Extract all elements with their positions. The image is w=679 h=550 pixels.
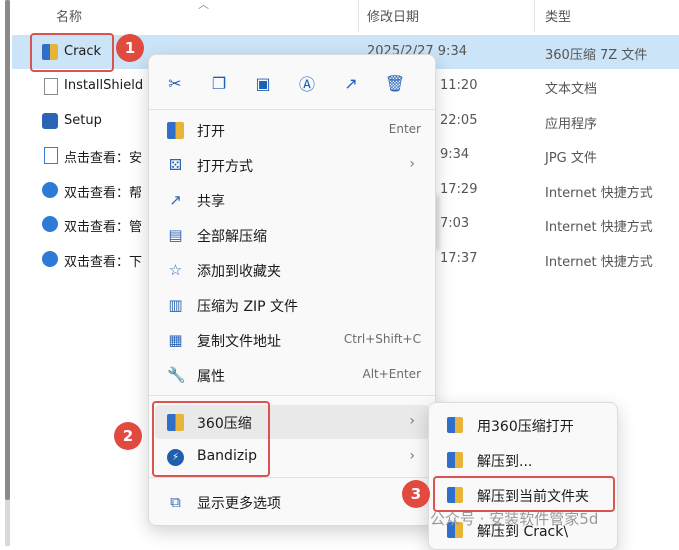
rename-icon[interactable]: Ⓐ <box>295 71 319 95</box>
submenu-item-label: 用360压缩打开 <box>477 419 574 435</box>
copy-path-icon: ▦ <box>168 331 183 349</box>
submenu-item-open-with-360[interactable]: 用360压缩打开 <box>433 409 613 441</box>
file-type: Internet 快捷方式 <box>545 220 653 235</box>
column-header-type[interactable]: 类型 <box>545 6 571 25</box>
menu-item-label: 显示更多选项 <box>197 496 281 512</box>
copy-icon[interactable]: ❐ <box>207 71 231 95</box>
menu-item-more-options[interactable]: ⧉ 显示更多选项 <box>155 485 429 519</box>
column-divider[interactable] <box>358 0 359 32</box>
menu-item-properties[interactable]: 🔧 属性 Alt+Enter <box>155 358 429 392</box>
chevron-right-icon: › <box>409 156 415 172</box>
file-type: Internet 快捷方式 <box>545 255 653 270</box>
file-name: 双击查看：下 <box>64 255 143 270</box>
file-type: JPG 文件 <box>545 151 597 166</box>
setup-app-icon <box>42 113 58 129</box>
file-date: 17:29 <box>440 182 478 197</box>
menu-item-open[interactable]: 打开 Enter <box>155 113 429 147</box>
file-date: 11:20 <box>440 78 478 93</box>
internet-shortcut-icon <box>42 251 58 267</box>
image-file-icon <box>44 147 58 164</box>
extract-all-icon: ▤ <box>168 226 183 244</box>
menu-item-label: 压缩为 ZIP 文件 <box>197 299 299 315</box>
menu-divider <box>149 109 435 110</box>
context-menu-toolbar: ✂ ❐ ▣ Ⓐ ↗ 🗑 <box>149 65 435 101</box>
menu-item-label: 复制文件地址 <box>197 334 281 350</box>
chevron-right-icon: › <box>409 413 415 429</box>
chevron-right-icon: › <box>409 448 415 464</box>
menu-item-extract-all[interactable]: ▤ 全部解压缩 <box>155 218 429 252</box>
360-zip-icon <box>447 452 463 468</box>
column-header-date[interactable]: 修改日期 <box>367 6 419 25</box>
paste-icon[interactable]: ▣ <box>251 71 275 95</box>
file-type: Internet 快捷方式 <box>545 186 653 201</box>
text-file-icon <box>44 78 58 95</box>
properties-icon: 🔧 <box>167 366 186 384</box>
file-list-header: 名称 ︿ 修改日期 类型 <box>0 0 679 32</box>
sort-up-icon: ︿ <box>198 0 209 11</box>
more-options-icon: ⧉ <box>170 493 181 511</box>
file-name: 双击查看：帮 <box>64 186 143 201</box>
menu-item-open-with[interactable]: ⚄ 打开方式 › <box>155 148 429 182</box>
menu-shortcut: Ctrl+Shift+C <box>343 332 421 346</box>
file-name: InstallShield <box>64 78 144 93</box>
menu-item-share[interactable]: ↗ 共享 <box>155 183 429 217</box>
watermark-text: 公众号 · 安装软件管家5d <box>430 510 599 528</box>
step-badge: 2 <box>114 422 142 450</box>
menu-item-label: 全部解压缩 <box>197 229 267 245</box>
open-with-icon: ⚄ <box>168 156 183 174</box>
file-date: 17:37 <box>440 251 478 266</box>
menu-item-copy-path[interactable]: ▦ 复制文件地址 Ctrl+Shift+C <box>155 323 429 357</box>
file-type: 文本文档 <box>545 82 598 97</box>
step-badge: 3 <box>402 480 430 508</box>
menu-item-label: 共享 <box>197 194 225 210</box>
submenu-item-extract-to[interactable]: 解压到... <box>433 444 613 476</box>
submenu-item-label: 解压到... <box>477 454 533 470</box>
column-header-name[interactable]: 名称 <box>56 6 82 25</box>
highlight-box <box>433 476 615 512</box>
file-date: 22:05 <box>440 113 478 128</box>
menu-item-label: 打开方式 <box>197 159 253 175</box>
menu-item-label: 打开 <box>197 124 225 140</box>
highlight-box <box>152 401 270 477</box>
menu-item-add-favorite[interactable]: ☆ 添加到收藏夹 <box>155 253 429 287</box>
share-icon[interactable]: ↗ <box>339 71 363 95</box>
file-date: 7:03 <box>440 216 470 231</box>
open-icon <box>167 122 184 139</box>
star-icon: ☆ <box>168 261 183 279</box>
menu-shortcut: Enter <box>388 122 421 136</box>
cut-icon[interactable]: ✂ <box>163 71 187 95</box>
file-name: 双击查看：管 <box>64 220 143 235</box>
360-zip-icon <box>447 417 463 433</box>
file-type: 360压缩 7Z 文件 <box>545 48 648 63</box>
step-badge: 1 <box>116 34 144 62</box>
highlight-box <box>30 33 114 72</box>
internet-shortcut-icon <box>42 216 58 232</box>
menu-divider <box>149 477 435 478</box>
vertical-scrollbar-thumb[interactable] <box>5 0 10 500</box>
file-name: Setup <box>64 113 102 128</box>
zip-icon: ▥ <box>168 296 183 314</box>
menu-divider <box>149 395 435 396</box>
file-date: 9:34 <box>440 147 470 162</box>
menu-item-label: 属性 <box>197 369 225 385</box>
menu-item-label: 添加到收藏夹 <box>197 264 281 280</box>
file-type: 应用程序 <box>545 117 598 132</box>
delete-icon[interactable]: 🗑 <box>383 71 407 95</box>
menu-item-compress-zip[interactable]: ▥ 压缩为 ZIP 文件 <box>155 288 429 322</box>
menu-shortcut: Alt+Enter <box>362 367 421 381</box>
share-icon: ↗ <box>169 191 182 209</box>
column-divider[interactable] <box>534 0 535 32</box>
internet-shortcut-icon <box>42 182 58 198</box>
file-name: 点击查看：安 <box>64 151 143 166</box>
